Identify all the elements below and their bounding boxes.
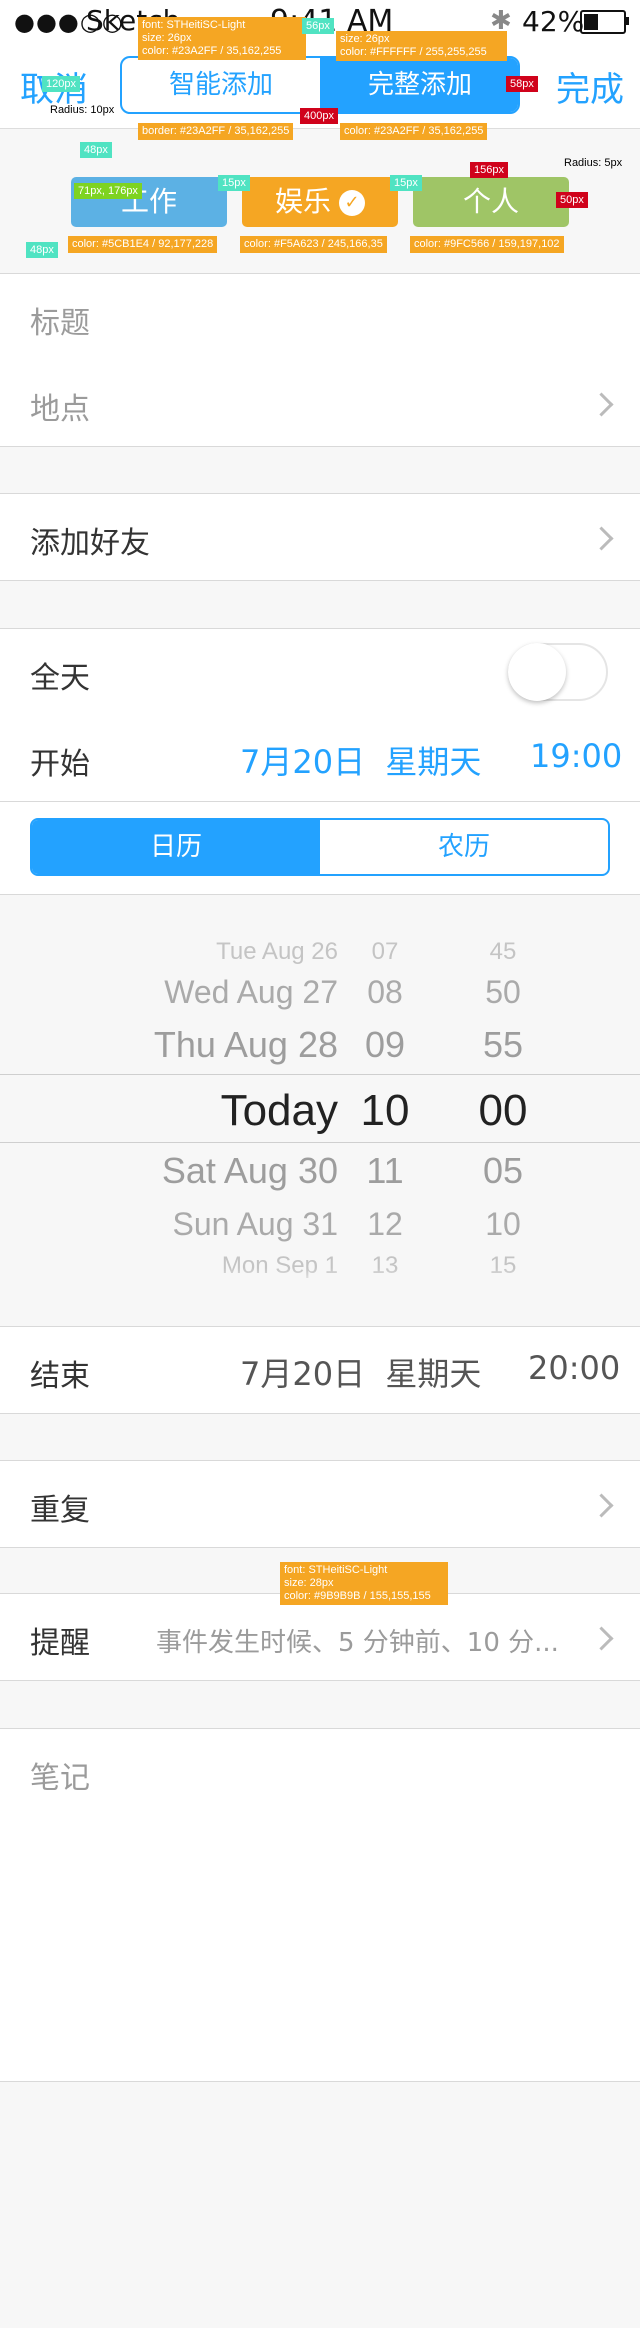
annotation-height: 58px bbox=[506, 76, 538, 92]
smart-add-segment[interactable]: 智能添加 bbox=[122, 58, 320, 112]
reminder-row[interactable]: 提醒 事件发生时候、5 分钟前、10 分... bbox=[0, 1593, 640, 1681]
start-date[interactable]: 7月20日 星期天 bbox=[240, 737, 481, 783]
location-input[interactable]: 地点 bbox=[30, 384, 90, 428]
done-button[interactable]: 完成 bbox=[556, 62, 624, 111]
battery-icon bbox=[580, 10, 629, 34]
reminder-value: 事件发生时候、5 分钟前、10 分... bbox=[156, 1628, 559, 1658]
toggle-knob bbox=[508, 643, 566, 701]
annotation-text: font: STHeitiSC-Light bbox=[142, 19, 246, 31]
annotation-width: 120px bbox=[42, 76, 80, 92]
annotation-spacing: 48px bbox=[26, 242, 58, 258]
date-time-picker[interactable]: Tue Aug 26 07 45 Wed Aug 27 08 50 Thu Au… bbox=[0, 896, 640, 1326]
notes-input[interactable]: 笔记 bbox=[30, 1753, 90, 1797]
full-add-segment[interactable]: 完整添加 bbox=[320, 58, 518, 112]
location-row[interactable]: 地点 bbox=[0, 360, 640, 447]
picker-fade-bottom bbox=[0, 1268, 640, 1288]
annotation-fill-color: color: #23A2FF / 35,162,255 bbox=[340, 123, 488, 140]
annotation-spacing: 56px bbox=[302, 18, 334, 34]
annotation-smart-add-spec: font: STHeitiSC-Light size: 26px color: … bbox=[138, 17, 306, 60]
annotation-height: 50px bbox=[556, 192, 588, 208]
picker-hour: 12 bbox=[367, 1206, 403, 1242]
start-row[interactable]: 开始 7月20日 星期天 19:00 bbox=[0, 715, 640, 802]
all-day-toggle[interactable] bbox=[508, 643, 608, 701]
add-friends-row[interactable]: 添加好友 bbox=[0, 493, 640, 581]
picker-row[interactable]: Tue Aug 26 07 45 bbox=[0, 938, 640, 978]
chevron-right-icon bbox=[589, 1626, 614, 1651]
category-personal[interactable]: 个人 bbox=[413, 177, 569, 227]
annotation-width: 400px bbox=[300, 108, 338, 124]
annotation-width: 156px bbox=[470, 162, 508, 178]
annotation-text: color: #23A2FF / 35,162,255 bbox=[142, 45, 282, 57]
picker-date: Wed Aug 27 bbox=[164, 974, 338, 1010]
lunar-calendar-segment[interactable]: 农历 bbox=[320, 820, 608, 874]
solar-calendar-segment[interactable]: 日历 bbox=[32, 820, 320, 874]
picker-selection-line-top bbox=[0, 1074, 640, 1075]
reminder-label: 提醒 bbox=[30, 1626, 90, 1661]
picker-minute: 55 bbox=[482, 1024, 524, 1065]
annotation-text: size: 28px bbox=[284, 1577, 334, 1589]
start-label: 开始 bbox=[30, 747, 90, 782]
calendar-type-row: 日历 农历 bbox=[0, 802, 640, 895]
end-row[interactable]: 结束 7月20日 星期天 20:00 bbox=[0, 1326, 640, 1414]
picker-date: Today bbox=[220, 1086, 338, 1135]
picker-date: Sat Aug 30 bbox=[161, 1150, 338, 1191]
battery-percent: 42% bbox=[522, 5, 585, 38]
calendar-type-segmented-control: 日历 农历 bbox=[30, 818, 610, 876]
annotation-position: 71px, 176px bbox=[74, 183, 142, 199]
annotation-text: color: #9B9B9B / 155,155,155 bbox=[284, 1590, 431, 1602]
end-label: 结束 bbox=[30, 1359, 90, 1394]
annotation-reminder-spec: font: STHeitiSC-Light size: 28px color: … bbox=[280, 1562, 448, 1605]
category-entertainment[interactable]: 娱乐 ✓ bbox=[242, 177, 398, 227]
picker-minute: 50 bbox=[485, 974, 521, 1010]
end-date[interactable]: 7月20日 星期天 bbox=[240, 1349, 481, 1395]
annotation-text: font: STHeitiSC-Light bbox=[284, 1564, 388, 1576]
picker-row[interactable]: Sun Aug 31 12 10 bbox=[0, 1206, 640, 1246]
title-input[interactable]: 标题 bbox=[30, 298, 90, 342]
picker-row[interactable]: Wed Aug 27 08 50 bbox=[0, 974, 640, 1014]
annotation-color-work: color: #5CB1E4 / 92,177,228 bbox=[68, 236, 218, 253]
picker-date: Sun Aug 31 bbox=[172, 1206, 338, 1242]
picker-minute: 00 bbox=[478, 1086, 528, 1135]
annotation-radius: Radius: 5px bbox=[564, 157, 623, 169]
title-row[interactable]: 标题 bbox=[0, 273, 640, 361]
checkmark-icon: ✓ bbox=[339, 190, 365, 216]
all-day-row: 全天 bbox=[0, 628, 640, 716]
chevron-right-icon bbox=[589, 1493, 614, 1518]
annotation-text: size: 26px bbox=[340, 33, 390, 45]
picker-row[interactable]: Thu Aug 28 09 55 bbox=[0, 1024, 640, 1065]
annotation-color-personal: color: #9FC566 / 159,197,102 bbox=[410, 236, 564, 253]
picker-minute: 05 bbox=[482, 1150, 524, 1191]
annotation-gap: 15px bbox=[218, 175, 250, 191]
all-day-label: 全天 bbox=[30, 661, 90, 696]
picker-fade-top bbox=[0, 924, 640, 944]
annotation-color-entertainment: color: #F5A623 / 245,166,35 bbox=[240, 236, 387, 253]
repeat-row[interactable]: 重复 bbox=[0, 1460, 640, 1548]
category-label: 娱乐 bbox=[274, 185, 331, 218]
start-time[interactable]: 19:00 bbox=[530, 737, 622, 775]
annotation-text: size: 26px bbox=[142, 32, 192, 44]
picker-hour: 08 bbox=[367, 974, 403, 1010]
annotation-full-add-spec: size: 26px color: #FFFFFF / 255,255,255 bbox=[336, 31, 507, 61]
picker-date: Thu Aug 28 bbox=[153, 1024, 338, 1065]
add-friends-label: 添加好友 bbox=[30, 526, 150, 561]
annotation-radius: Radius: 10px bbox=[50, 104, 115, 116]
picker-hour: 09 bbox=[364, 1024, 406, 1065]
chevron-right-icon bbox=[589, 526, 614, 551]
picker-minute: 10 bbox=[485, 1206, 521, 1242]
annotation-spacing: 48px bbox=[80, 142, 112, 158]
picker-hour: 11 bbox=[366, 1150, 404, 1191]
picker-selected-row[interactable]: Today 10 00 bbox=[0, 1086, 640, 1135]
picker-hour: 10 bbox=[360, 1086, 410, 1135]
chevron-right-icon bbox=[589, 392, 614, 417]
annotation-gap: 15px bbox=[390, 175, 422, 191]
repeat-label: 重复 bbox=[30, 1493, 90, 1528]
notes-area[interactable]: 笔记 bbox=[0, 1728, 640, 2082]
annotation-text: color: #FFFFFF / 255,255,255 bbox=[340, 46, 487, 58]
picker-selection-line-bottom bbox=[0, 1142, 640, 1143]
picker-row[interactable]: Sat Aug 30 11 05 bbox=[0, 1150, 640, 1191]
end-time[interactable]: 20:00 bbox=[528, 1349, 620, 1387]
add-mode-segmented-control: 智能添加 完整添加 bbox=[120, 56, 520, 114]
annotation-border: border: #23A2FF / 35,162,255 bbox=[138, 123, 294, 140]
